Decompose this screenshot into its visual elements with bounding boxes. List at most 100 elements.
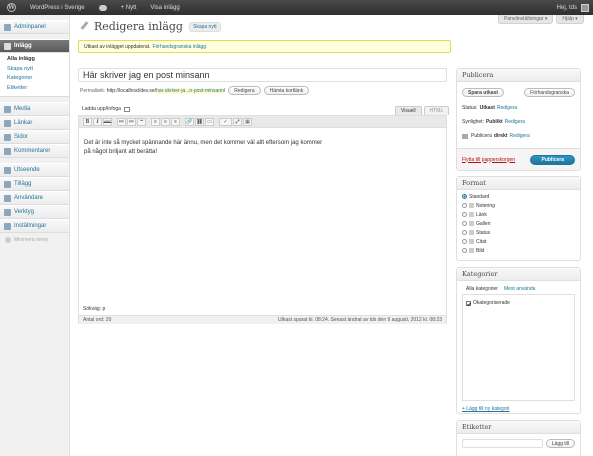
add-new-button[interactable]: Skapa nytt [188, 21, 221, 32]
sidebar-item-media[interactable]: Media [0, 102, 69, 116]
tab-visual[interactable]: Visuell [395, 106, 422, 115]
fullscreen-button[interactable]: ⤢ [233, 117, 242, 126]
edit-permalink-button[interactable]: Redigera [228, 86, 261, 95]
new-content-menu[interactable]: + Nytt [114, 0, 144, 15]
sidebar-item-pages[interactable]: Sidor [0, 130, 69, 144]
comments-link[interactable] [92, 0, 114, 15]
pin-icon [4, 42, 11, 50]
align-center-button[interactable]: ≡ [161, 117, 170, 126]
upload-insert[interactable]: Ladda upp/Infoga [82, 106, 130, 112]
edit-status-link[interactable]: Redigera [497, 105, 517, 112]
bullet-list-button[interactable]: ≔ [117, 117, 126, 126]
category-checkbox[interactable] [466, 300, 471, 306]
notice-text: Utkast av inlägget uppdaterat. [84, 43, 151, 50]
strikethrough-button[interactable]: ABC [103, 117, 112, 126]
get-shortlink-button[interactable]: Hämta kortlänk [263, 86, 310, 95]
view-post-link[interactable]: Visa inlägg [143, 0, 186, 15]
radio-selected-icon[interactable] [462, 194, 467, 199]
sidebar-item-dashboard[interactable]: Adminpanel [0, 20, 69, 34]
sidebar-item-links[interactable]: Länkar [0, 116, 69, 130]
radio-icon[interactable] [462, 203, 467, 208]
users-icon [4, 194, 11, 202]
sidebar-item-plugins[interactable]: Tillägg [0, 177, 69, 191]
avatar[interactable] [581, 3, 589, 12]
tab-all-categories[interactable]: Alla kategorier [466, 286, 498, 292]
edit-visibility-link[interactable]: Redigera [505, 119, 525, 126]
insert-link-button[interactable]: 🔗 [185, 117, 194, 126]
posts-pin-icon [78, 20, 91, 33]
format-option-standard[interactable]: Standard [457, 192, 580, 201]
align-left-button[interactable]: ≡ [151, 117, 160, 126]
submenu-categories[interactable]: Kategorier [0, 74, 69, 84]
numbered-list-button[interactable]: ≔ [127, 117, 136, 126]
collapse-menu-button[interactable]: Minimera meny [0, 233, 69, 247]
help-tab[interactable]: Hjälp ▾ [556, 15, 584, 24]
radio-icon[interactable] [462, 248, 467, 253]
tab-html[interactable]: HTML [423, 106, 450, 115]
publish-box-title[interactable]: Publicera [457, 69, 580, 82]
move-to-trash-link[interactable]: Flytta till papperskorgen [462, 157, 515, 163]
align-right-button[interactable]: ≡ [171, 117, 180, 126]
preview-post-link[interactable]: Förhandsgranska inlägg [152, 44, 206, 50]
category-item[interactable]: Okategoriserade [466, 300, 571, 306]
settings-icon [4, 222, 11, 230]
post-editor: B I ABC ≔ ≔ ❝ ≡ ≡ ≡ 🔗 ⛓ ▭ ✓ ⤢ ▦ Det är i… [78, 115, 447, 324]
status-format-icon [469, 230, 474, 235]
unlink-button[interactable]: ⛓ [195, 117, 204, 126]
editor-status-bar: Antal ord: 20 Utkast sparat kl. 08:24. S… [79, 315, 446, 324]
visibility-row: Synlighet: Publikt Redigera [457, 117, 580, 128]
collapse-menu-label: Minimera meny [14, 237, 49, 243]
sidebar-item-comments[interactable]: Kommentarer [0, 144, 69, 158]
preview-button[interactable]: Förhandsgranska [524, 88, 575, 97]
add-new-category-link[interactable]: + Lägg till ny kategori [457, 401, 580, 417]
admin-sidebar: Adminpanel Inlägg Alla inlägg Skapa nytt… [0, 15, 70, 456]
tab-most-used[interactable]: Mest använda [504, 286, 535, 292]
kitchen-sink-button[interactable]: ▦ [243, 117, 252, 126]
format-box-title[interactable]: Format [457, 177, 580, 190]
media-icon [4, 105, 11, 113]
permalink-slug[interactable]: har-skriver-ja...n-post-minsann [156, 87, 224, 94]
tools-icon [4, 208, 11, 216]
post-title-input[interactable]: Här skriver jag en post minsann [78, 68, 447, 82]
format-option-gallery[interactable]: Galleri [457, 219, 580, 228]
site-name-link[interactable]: WordPress i Sverige [23, 0, 92, 15]
radio-icon[interactable] [462, 221, 467, 226]
blockquote-button[interactable]: ❝ [137, 117, 146, 126]
dashboard-icon [4, 23, 11, 31]
insert-more-button[interactable]: ▭ [205, 117, 214, 126]
radio-icon[interactable] [462, 212, 467, 217]
sidebar-item-posts[interactable]: Inlägg [0, 39, 69, 53]
submenu-tags[interactable]: Etiketter [0, 84, 69, 94]
submenu-add-new[interactable]: Skapa nytt [0, 65, 69, 75]
format-option-quote[interactable]: Citat [457, 237, 580, 246]
format-option-image[interactable]: Bild [457, 246, 580, 255]
radio-icon[interactable] [462, 230, 467, 235]
radio-icon[interactable] [462, 239, 467, 244]
publish-button[interactable]: Publicera [530, 154, 575, 165]
tag-input[interactable] [462, 439, 543, 448]
screen-options-tab[interactable]: Panelinställningar ▾ [498, 15, 554, 24]
link-format-icon [469, 212, 474, 217]
edit-schedule-link[interactable]: Redigera [509, 133, 529, 140]
format-option-status[interactable]: Status [457, 228, 580, 237]
format-option-aside[interactable]: Notering [457, 201, 580, 210]
schedule-value: direkt [493, 133, 508, 139]
sidebar-item-settings[interactable]: Inställningar [0, 219, 69, 233]
sidebar-item-users[interactable]: Användare [0, 191, 69, 205]
sidebar-item-appearance[interactable]: Utseende [0, 163, 69, 177]
add-tag-button[interactable]: Lägg till [545, 439, 575, 448]
tags-box-title[interactable]: Etiketter [457, 421, 580, 434]
submenu-all-posts[interactable]: Alla inlägg [0, 55, 69, 65]
save-draft-button[interactable]: Spara utkast [462, 88, 505, 97]
bold-button[interactable]: B [83, 117, 92, 126]
wordpress-logo-menu[interactable]: W [0, 0, 23, 15]
add-media-icon[interactable] [123, 106, 130, 112]
format-option-link[interactable]: Länk [457, 210, 580, 219]
sidebar-item-tools[interactable]: Verktyg [0, 205, 69, 219]
spellcheck-button[interactable]: ✓ [219, 117, 232, 126]
account-greeting[interactable]: Hej, tds [557, 5, 577, 11]
italic-button[interactable]: I [93, 117, 102, 126]
categories-box-title[interactable]: Kategorier [457, 268, 580, 281]
editor-content[interactable]: Det är inte så mycket spännande här ännu… [79, 128, 446, 167]
permalink-label: Permalänk: [80, 87, 106, 94]
